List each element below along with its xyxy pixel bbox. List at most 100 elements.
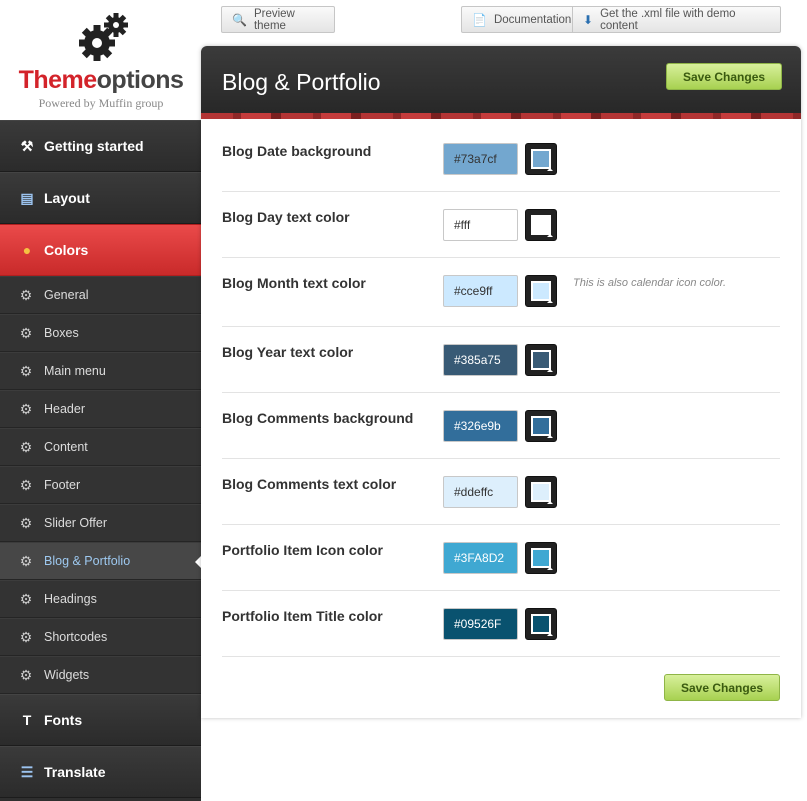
gear-icon: ⚙ (19, 590, 33, 607)
gear-icon: ⚙ (19, 324, 33, 341)
color-picker-button[interactable] (525, 542, 557, 574)
option-label: Portfolio Item Icon color (222, 542, 384, 558)
color-value-input[interactable]: #385a75 (443, 344, 518, 376)
logo-title: Themeoptions (0, 66, 202, 95)
sidebar-subitem-boxes[interactable]: ⚙ Boxes (0, 314, 201, 352)
color-value-input[interactable]: #73a7cf (443, 143, 518, 175)
option-label: Blog Year text color (222, 344, 354, 360)
options-panel: Blog & Portfolio Save Changes Blog Date … (201, 46, 801, 718)
sidebar-subitem-blog-portfolio[interactable]: ⚙ Blog & Portfolio (0, 542, 202, 580)
sidebar-subitem-footer[interactable]: ⚙ Footer (0, 466, 201, 504)
color-value-input[interactable]: #326e9b (443, 410, 518, 442)
sidebar-item-translate[interactable]: ☰ Translate (0, 746, 201, 798)
color-swatch (531, 482, 551, 502)
color-picker-button[interactable] (525, 476, 557, 508)
sidebar-item-label: Getting started (44, 138, 144, 154)
option-label: Blog Comments text color (222, 476, 397, 492)
color-picker-button[interactable] (525, 209, 557, 241)
documentation-label: Documentation (493, 13, 572, 26)
sidebar-subitem-header[interactable]: ⚙ Header (0, 390, 201, 428)
picker-arrow-icon (547, 435, 553, 438)
color-picker-button[interactable] (525, 275, 557, 307)
color-value-input[interactable]: #3FA8D2 (443, 542, 518, 574)
magnifier-icon: 🔍 (232, 12, 247, 27)
gear-icon: ⚙ (19, 552, 33, 569)
picker-arrow-icon (547, 369, 553, 372)
download-xml-label: Get the .xml file with demo content (600, 7, 736, 32)
option-row: Portfolio Item Title color #09526F (222, 591, 780, 657)
color-value-input[interactable]: #fff (443, 209, 518, 241)
color-picker-button[interactable] (525, 410, 557, 442)
sidebar-subitem-shortcodes[interactable]: ⚙ Shortcodes (0, 618, 201, 656)
sidebar-subitem-main-menu[interactable]: ⚙ Main menu (0, 352, 201, 390)
sidebar-item-label: Layout (44, 190, 90, 206)
sidebar-item-label: Colors (44, 242, 89, 258)
color-swatch (531, 350, 551, 370)
option-row: Blog Year text color #385a75 (222, 327, 780, 393)
download-xml-button[interactable]: ⬇ Get the .xml file with demo content (573, 6, 781, 33)
sidebar-item-fonts[interactable]: T Fonts (0, 694, 201, 746)
preview-theme-label: Preview theme (253, 7, 295, 32)
color-picker-button[interactable] (525, 344, 557, 376)
option-row: Blog Comments text color #ddeffc (222, 459, 780, 525)
option-label: Portfolio Item Title color (222, 608, 383, 624)
color-picker-button[interactable] (525, 143, 557, 175)
option-label: Blog Date background (222, 143, 372, 159)
color-value-input[interactable]: #09526F (443, 608, 518, 640)
option-row: Blog Date background #73a7cf (222, 119, 780, 192)
palette-icon: ● (22, 242, 32, 258)
sidebar-item-colors[interactable]: ● Colors (0, 224, 201, 276)
picker-arrow-icon (547, 633, 553, 636)
sidebar-item-layout[interactable]: ▤ Layout (0, 172, 201, 224)
theme-options-app: Themeoptions Powered by Muffin group 🔍 Pr… (0, 0, 807, 801)
sidebar-subitem-label: Content (44, 440, 88, 454)
color-swatch (531, 614, 551, 634)
tools-icon: ⚒ (20, 137, 34, 154)
gear-icon: ⚙ (19, 514, 33, 531)
gears-icon (79, 13, 128, 61)
sidebar-subitem-label: General (44, 288, 89, 302)
gear-icon: ⚙ (19, 476, 33, 493)
option-label: Blog Comments background (222, 410, 414, 426)
download-icon: ⬇ (583, 12, 594, 27)
option-label: Blog Month text color (222, 275, 366, 291)
save-changes-button[interactable]: Save Changes (666, 63, 783, 90)
color-swatch (531, 548, 551, 568)
sidebar-subitem-label: Blog & Portfolio (44, 554, 131, 568)
option-row: Blog Day text color #fff (222, 192, 780, 258)
gear-icon: ⚙ (19, 400, 33, 417)
picker-arrow-icon (547, 567, 553, 570)
save-changes-button-bottom[interactable]: Save Changes (664, 674, 781, 701)
sidebar-subitem-label: Main menu (44, 364, 106, 378)
color-swatch (531, 416, 551, 436)
sidebar-subitem-label: Widgets (44, 668, 90, 682)
gear-icon: ⚙ (19, 362, 33, 379)
sidebar-item-label: Translate (44, 764, 106, 780)
color-value-input[interactable]: #ddeffc (443, 476, 518, 508)
sidebar-subitem-label: Shortcodes (44, 630, 108, 644)
sidebar-subitem-widgets[interactable]: ⚙ Widgets (0, 656, 201, 694)
layout-icon: ▤ (20, 189, 34, 206)
sidebar-subitem-content[interactable]: ⚙ Content (0, 428, 201, 466)
document-icon: 📄 (472, 12, 487, 27)
translate-icon: ☰ (20, 763, 34, 780)
sidebar-subitem-general[interactable]: ⚙ General (0, 276, 201, 314)
documentation-button[interactable]: 📄 Documentation (461, 6, 573, 33)
page-title: Blog & Portfolio (222, 69, 381, 95)
sidebar-item-getting-started[interactable]: ⚒ Getting started (0, 120, 201, 172)
color-picker-button[interactable] (525, 608, 557, 640)
color-swatch (531, 281, 551, 301)
sidebar-subitem-label: Slider Offer (44, 516, 107, 530)
preview-theme-button[interactable]: 🔍 Preview theme (221, 6, 335, 33)
logo-title-dark: options (96, 66, 184, 94)
option-row: Blog Month text color #cce9ff This is also… (222, 258, 780, 327)
sidebar-subitem-slider-offer[interactable]: ⚙ Slider Offer (0, 504, 201, 542)
sidebar-subitem-label: Header (44, 402, 85, 416)
logo-subtitle: Powered by Muffin group (38, 96, 164, 110)
color-value-input[interactable]: #cce9ff (443, 275, 518, 307)
picker-arrow-icon (547, 501, 553, 504)
sidebar-subitem-headings[interactable]: ⚙ Headings (0, 580, 201, 618)
sidebar-item-label: Fonts (44, 712, 83, 728)
sidebar: ⚒ Getting started ▤ Layout ● Colors ⚙ General ⚙ B… (0, 120, 202, 801)
font-icon: T (22, 712, 32, 728)
